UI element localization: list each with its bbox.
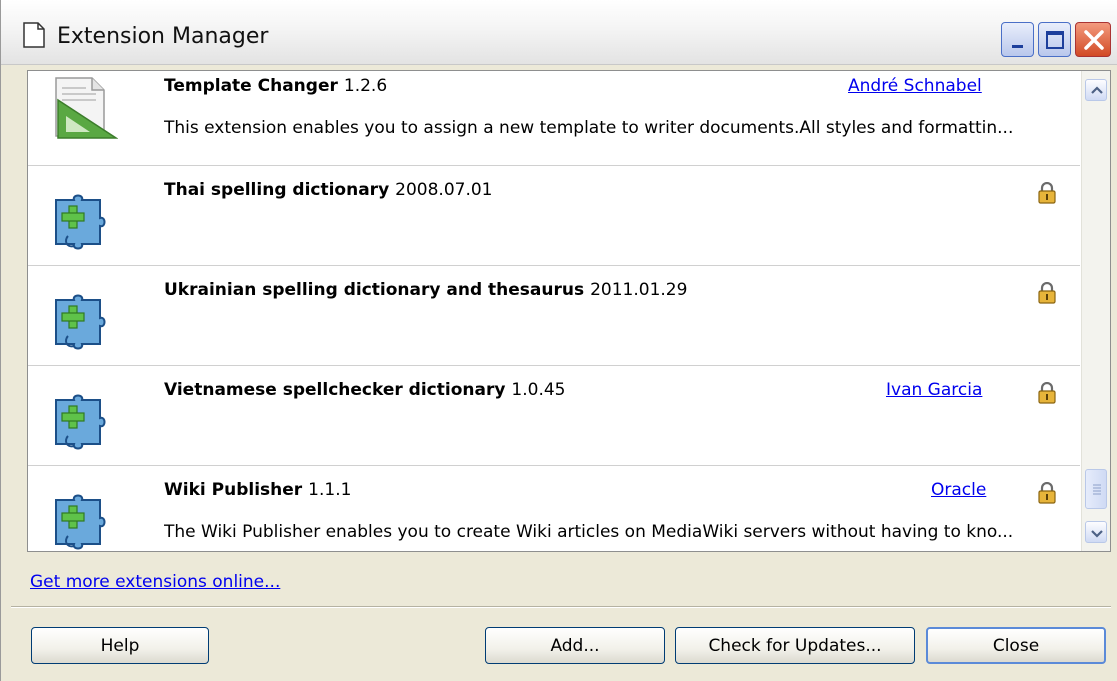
scroll-down-button[interactable]	[1085, 521, 1107, 543]
extension-name: Thai spelling dictionary 2008.07.01	[164, 180, 493, 200]
close-icon	[1084, 30, 1104, 50]
puzzle-icon	[55, 394, 106, 450]
extension-name: Wiki Publisher 1.1.1	[164, 480, 351, 500]
scroll-up-button[interactable]	[1085, 79, 1107, 101]
extension-manager-window: Extension Manager Template Changer 1.2.6…	[0, 0, 1117, 681]
extension-version: 2011.01.29	[590, 280, 688, 300]
get-more-extensions-link[interactable]: Get more extensions online...	[30, 572, 280, 592]
maximize-icon	[1046, 31, 1064, 49]
extension-name: Ukrainian spelling dictionary and thesau…	[164, 280, 687, 300]
extension-title: Thai spelling dictionary	[164, 180, 390, 200]
document-icon	[23, 22, 45, 48]
extension-item-ukrainian[interactable]: Ukrainian spelling dictionary and thesau…	[28, 266, 1080, 366]
extension-list[interactable]: Template Changer 1.2.6 André Schnabel Thi…	[27, 70, 1111, 552]
author-link[interactable]: Ivan Garcia	[886, 380, 982, 400]
extension-version: 1.1.1	[308, 480, 352, 500]
extension-item-vietnamese[interactable]: Vietnamese spellchecker dictionary 1.0.45…	[28, 366, 1080, 466]
title-bar[interactable]: Extension Manager	[1, 0, 1117, 65]
lock-icon	[1038, 482, 1056, 504]
extension-version: 2008.07.01	[395, 180, 493, 200]
chevron-up-icon	[1091, 86, 1103, 94]
extension-title: Template Changer	[164, 76, 338, 96]
puzzle-icon	[55, 194, 106, 250]
extension-version: 1.0.45	[511, 380, 566, 400]
extension-name: Vietnamese spellchecker dictionary 1.0.45	[164, 380, 566, 400]
lock-icon	[1038, 282, 1056, 304]
separator	[11, 606, 1111, 608]
lock-icon	[1038, 382, 1056, 404]
extension-version: 1.2.6	[343, 76, 388, 96]
puzzle-icon	[55, 494, 106, 550]
minimize-icon	[1012, 45, 1023, 48]
maximize-button[interactable]	[1038, 22, 1071, 57]
extension-title: Vietnamese spellchecker dictionary	[164, 380, 506, 400]
extension-description: The Wiki Publisher enables you to create…	[164, 522, 1014, 542]
add-button[interactable]: Add...	[485, 627, 665, 664]
window-title: Extension Manager	[57, 24, 269, 49]
grip-icon	[1093, 484, 1101, 495]
close-button[interactable]: Close	[926, 627, 1106, 664]
scroll-thumb[interactable]	[1085, 469, 1107, 509]
template-changer-icon	[55, 77, 118, 139]
extension-name: Template Changer 1.2.6	[164, 76, 387, 96]
close-window-button[interactable]	[1075, 22, 1111, 57]
extension-title: Ukrainian spelling dictionary and thesau…	[164, 280, 585, 300]
minimize-button[interactable]	[1001, 22, 1034, 57]
help-button[interactable]: Help	[31, 627, 209, 664]
check-for-updates-button[interactable]: Check for Updates...	[675, 627, 915, 664]
vertical-scrollbar[interactable]	[1081, 71, 1110, 551]
chevron-down-icon	[1091, 530, 1103, 538]
author-link[interactable]: André Schnabel	[848, 76, 982, 96]
lock-icon	[1038, 182, 1056, 204]
extension-title: Wiki Publisher	[164, 480, 303, 500]
puzzle-icon	[55, 294, 106, 350]
extension-description: This extension enables you to assign a n…	[164, 118, 1014, 138]
extension-item-wiki-publisher[interactable]: Wiki Publisher 1.1.1 Oracle The Wiki Publ…	[28, 466, 1080, 551]
extension-item-thai[interactable]: Thai spelling dictionary 2008.07.01	[28, 166, 1080, 266]
author-link[interactable]: Oracle	[931, 480, 986, 500]
extension-item-template-changer[interactable]: Template Changer 1.2.6 André Schnabel Thi…	[28, 71, 1080, 166]
